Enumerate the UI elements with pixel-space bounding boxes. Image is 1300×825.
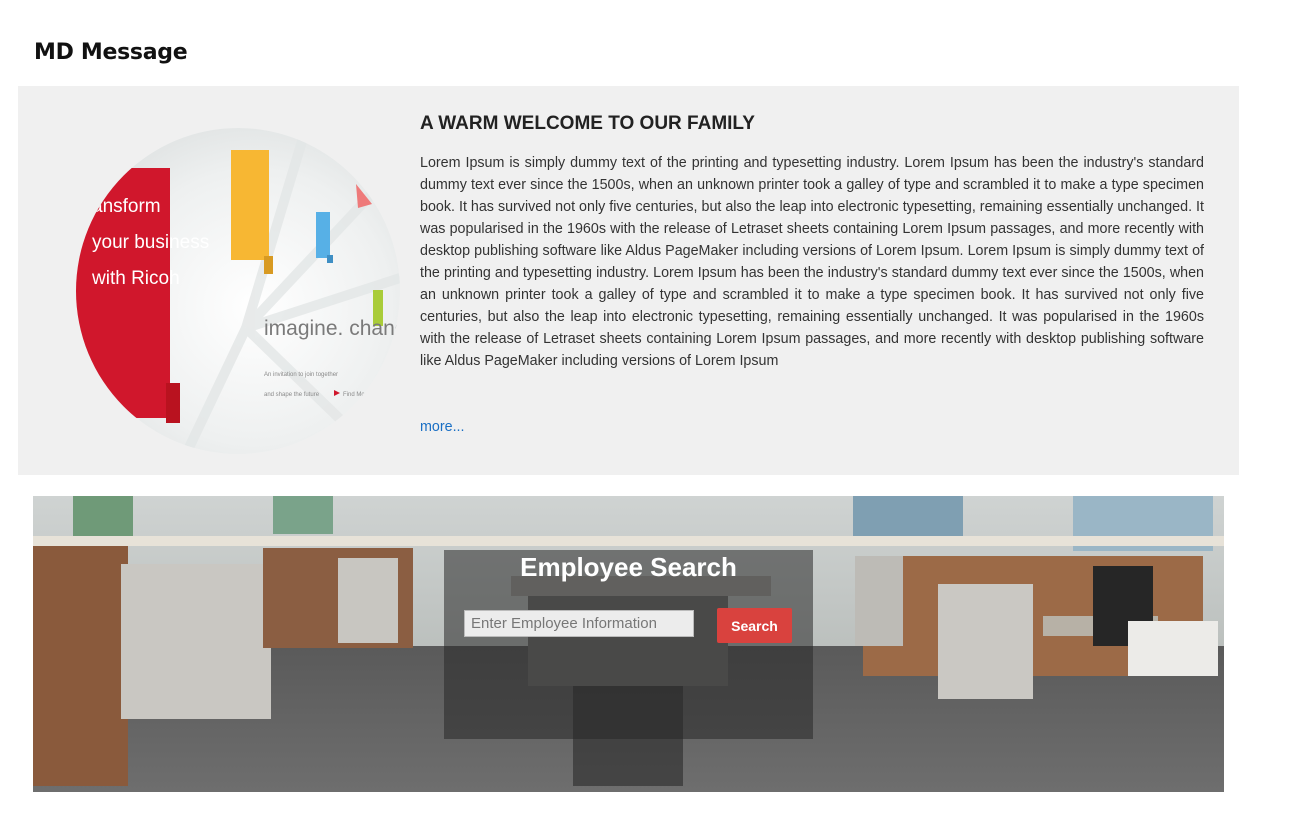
employee-search-title: Employee Search xyxy=(520,552,737,582)
image-small-text-1: An invitation to join together xyxy=(264,372,338,378)
ricoh-promo-image: ansform your business with Ricoh imagine… xyxy=(76,128,400,454)
image-headline-line-3: with Ricoh xyxy=(91,268,180,289)
search-button[interactable]: Search xyxy=(717,608,792,643)
image-tagline: imagine. change. xyxy=(264,317,400,340)
section-title: MD Message xyxy=(34,40,188,65)
welcome-heading: A WARM WELCOME TO OUR FAMILY xyxy=(420,113,755,134)
image-headline-line-1: ansform xyxy=(92,196,161,217)
more-link[interactable]: more... xyxy=(420,419,465,435)
image-small-text-2: and shape the future xyxy=(264,392,320,398)
employee-search-input[interactable] xyxy=(464,610,694,637)
image-small-cta: Find More xyxy=(343,392,371,398)
image-headline-line-2: your business xyxy=(92,232,209,253)
md-message-card: ansform your business with Ricoh imagine… xyxy=(18,86,1239,475)
employee-search-banner: Employee Search Search xyxy=(33,496,1224,792)
employee-search-panel: Employee Search Search xyxy=(444,550,813,739)
welcome-body-text: Lorem Ipsum is simply dummy text of the … xyxy=(420,155,1204,369)
